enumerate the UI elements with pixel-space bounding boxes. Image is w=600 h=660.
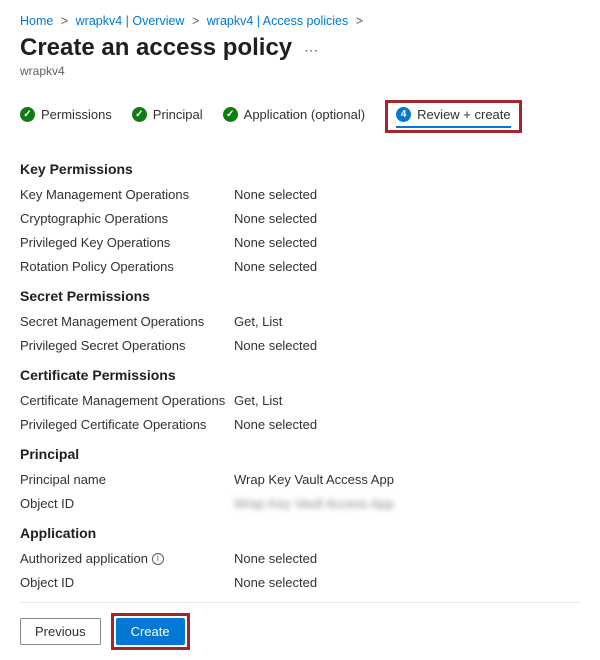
previous-button[interactable]: Previous xyxy=(20,618,101,645)
breadcrumb-home[interactable]: Home xyxy=(20,14,53,28)
row-label: Certificate Management Operations xyxy=(20,393,234,408)
breadcrumb-overview[interactable]: wrapkv4 | Overview xyxy=(76,14,185,28)
table-row: Object ID None selected xyxy=(20,575,580,590)
tab-review-highlight: 4 Review + create xyxy=(385,100,522,133)
row-value: Get, List xyxy=(234,393,282,408)
table-row: Object ID Wrap Key Vault Access App xyxy=(20,496,580,511)
wizard-footer: Previous Create xyxy=(20,613,580,650)
create-button[interactable]: Create xyxy=(116,618,185,645)
table-row: Authorized application i None selected xyxy=(20,551,580,566)
section-heading-application: Application xyxy=(20,525,580,541)
row-label: Cryptographic Operations xyxy=(20,211,234,226)
row-label: Key Management Operations xyxy=(20,187,234,202)
table-row: Privileged Key Operations None selected xyxy=(20,235,580,250)
tab-label: Principal xyxy=(153,107,203,122)
footer-divider xyxy=(20,602,580,603)
section-heading-principal: Principal xyxy=(20,446,580,462)
row-value: Wrap Key Vault Access App xyxy=(234,472,394,487)
row-value: None selected xyxy=(234,575,317,590)
row-label: Privileged Key Operations xyxy=(20,235,234,250)
row-label: Privileged Certificate Operations xyxy=(20,417,234,432)
row-label-text: Authorized application xyxy=(20,551,148,566)
table-row: Certificate Management Operations Get, L… xyxy=(20,393,580,408)
breadcrumb-sep: > xyxy=(61,14,68,28)
tab-application[interactable]: ✓ Application (optional) xyxy=(223,107,365,126)
table-row: Cryptographic Operations None selected xyxy=(20,211,580,226)
page-subtitle: wrapkv4 xyxy=(20,64,580,78)
breadcrumb: Home > wrapkv4 | Overview > wrapkv4 | Ac… xyxy=(20,14,580,28)
row-value: None selected xyxy=(234,187,317,202)
wizard-tabs: ✓ Permissions ✓ Principal ✓ Application … xyxy=(20,100,580,133)
row-label: Privileged Secret Operations xyxy=(20,338,234,353)
table-row: Principal name Wrap Key Vault Access App xyxy=(20,472,580,487)
tab-label: Application (optional) xyxy=(244,107,365,122)
row-value: None selected xyxy=(234,259,317,274)
table-row: Privileged Secret Operations None select… xyxy=(20,338,580,353)
breadcrumb-access-policies[interactable]: wrapkv4 | Access policies xyxy=(207,14,349,28)
page-title: Create an access policy xyxy=(20,34,292,62)
row-label: Secret Management Operations xyxy=(20,314,234,329)
row-label: Object ID xyxy=(20,496,234,511)
row-label: Principal name xyxy=(20,472,234,487)
row-label: Authorized application i xyxy=(20,551,234,566)
check-icon: ✓ xyxy=(132,107,147,122)
check-icon: ✓ xyxy=(223,107,238,122)
table-row: Privileged Certificate Operations None s… xyxy=(20,417,580,432)
tab-principal[interactable]: ✓ Principal xyxy=(132,107,203,126)
row-label: Object ID xyxy=(20,575,234,590)
section-heading-certificate: Certificate Permissions xyxy=(20,367,580,383)
create-button-highlight: Create xyxy=(111,613,190,650)
tab-permissions[interactable]: ✓ Permissions xyxy=(20,107,112,126)
row-value: None selected xyxy=(234,211,317,226)
tab-review-create[interactable]: 4 Review + create xyxy=(396,107,511,128)
tab-label: Review + create xyxy=(417,107,511,122)
check-icon: ✓ xyxy=(20,107,35,122)
breadcrumb-sep: > xyxy=(192,14,199,28)
row-value-redacted: Wrap Key Vault Access App xyxy=(234,496,394,511)
row-value: None selected xyxy=(234,551,317,566)
info-icon[interactable]: i xyxy=(152,553,164,565)
row-value: None selected xyxy=(234,235,317,250)
row-label: Rotation Policy Operations xyxy=(20,259,234,274)
row-value: Get, List xyxy=(234,314,282,329)
table-row: Key Management Operations None selected xyxy=(20,187,580,202)
more-actions-button[interactable]: ⋯ xyxy=(304,42,318,59)
table-row: Secret Management Operations Get, List xyxy=(20,314,580,329)
section-heading-secret: Secret Permissions xyxy=(20,288,580,304)
table-row: Rotation Policy Operations None selected xyxy=(20,259,580,274)
row-value: None selected xyxy=(234,338,317,353)
section-heading-key: Key Permissions xyxy=(20,161,580,177)
tab-label: Permissions xyxy=(41,107,112,122)
breadcrumb-sep: > xyxy=(356,14,363,28)
row-value: None selected xyxy=(234,417,317,432)
step-number-icon: 4 xyxy=(396,107,411,122)
